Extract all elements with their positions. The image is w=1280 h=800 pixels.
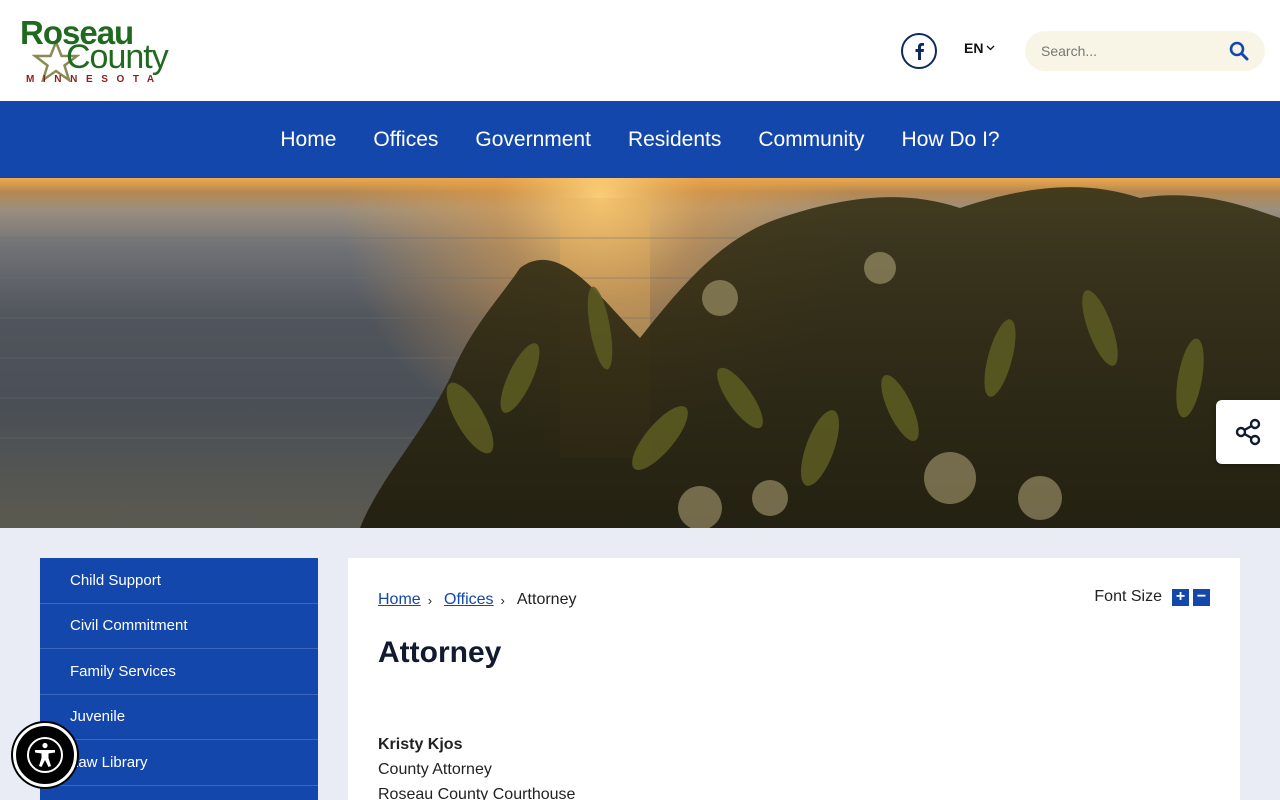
search-icon[interactable] [1229, 41, 1249, 61]
search-input[interactable] [1041, 41, 1221, 61]
page-title: Attorney [378, 636, 502, 669]
breadcrumb-current: Attorney [516, 591, 577, 608]
accessibility-button[interactable] [13, 723, 77, 787]
font-size-label: Font Size [1094, 588, 1162, 605]
hero-image [0, 178, 1280, 528]
roseau-county-logo[interactable]: Roseau County MINNESOTA [18, 14, 190, 90]
language-selector[interactable]: EN [964, 40, 995, 56]
nav-home[interactable]: Home [280, 128, 336, 152]
sidebar-item-civil-commitment[interactable]: Civil Commitment [40, 604, 318, 649]
contact-card: Kristy Kjos County Attorney Roseau Count… [378, 732, 575, 800]
nav-how-do-i[interactable]: How Do I? [902, 128, 1000, 152]
share-button[interactable] [1216, 400, 1280, 464]
chevron-down-icon [986, 45, 995, 51]
facebook-link[interactable] [901, 33, 937, 69]
main-content: Home › Offices › Attorney Font Size + − … [348, 558, 1240, 800]
contact-address: Roseau County Courthouse [378, 786, 576, 800]
nav-community[interactable]: Community [758, 128, 864, 152]
breadcrumb-separator-icon: › [500, 592, 505, 608]
language-label: EN [964, 40, 984, 56]
breadcrumb: Home › Offices › Attorney [378, 591, 576, 609]
facebook-icon [915, 43, 924, 60]
font-increase-button[interactable]: + [1172, 588, 1189, 606]
font-size-control: Font Size + − [1094, 588, 1210, 606]
nav-offices[interactable]: Offices [373, 128, 438, 152]
breadcrumb-offices[interactable]: Offices [444, 591, 494, 609]
sidebar-item-law-library[interactable]: Law Library [40, 740, 318, 786]
sidebar-item-child-support[interactable]: Child Support [40, 558, 318, 604]
hero-landscape-illustration [0, 178, 1280, 528]
sidebar-navigation: Child Support Civil Commitment Family Se… [40, 558, 318, 800]
share-icon [1235, 418, 1261, 446]
breadcrumb-separator-icon: › [427, 592, 433, 608]
accessibility-icon [27, 737, 63, 773]
font-decrease-button[interactable]: − [1193, 588, 1210, 606]
breadcrumb-home[interactable]: Home [378, 591, 421, 609]
logo-text-county: County [66, 38, 169, 76]
search-box [1025, 31, 1265, 71]
sidebar-item-juvenile[interactable]: Juvenile [40, 695, 318, 740]
contact-name: Kristy Kjos [378, 736, 463, 753]
nav-residents[interactable]: Residents [628, 128, 721, 152]
nav-government[interactable]: Government [475, 128, 591, 152]
logo-text-minnesota: MINNESOTA [26, 74, 163, 85]
site-header: Roseau County MINNESOTA EN [0, 0, 1280, 101]
contact-role: County Attorney [378, 761, 492, 778]
sidebar-item-family-services[interactable]: Family Services [40, 649, 318, 695]
main-navigation: Home Offices Government Residents Commun… [0, 101, 1280, 178]
